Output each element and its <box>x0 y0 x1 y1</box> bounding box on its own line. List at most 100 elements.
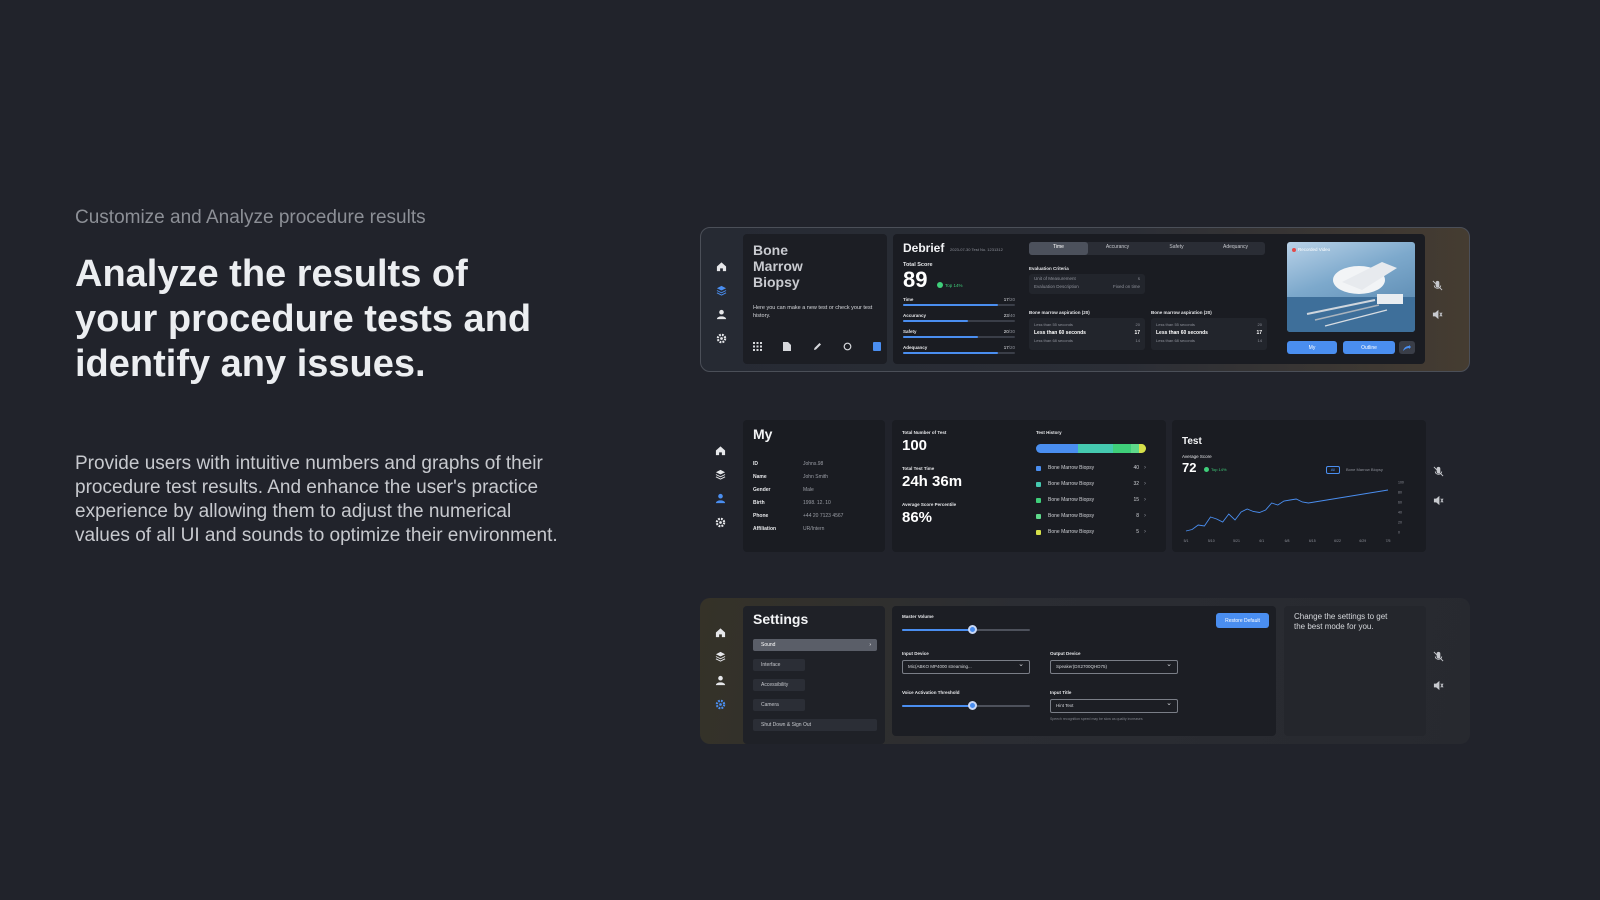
aspiration-row-label: Less than 68 seconds <box>1156 338 1195 343</box>
aspiration-title: Bone marrow aspiration (20) <box>1151 310 1212 315</box>
video-label: Recorded Video <box>1292 247 1330 252</box>
slider-knob[interactable] <box>967 701 977 710</box>
tool-test[interactable] <box>873 342 881 353</box>
layers-icon[interactable] <box>714 468 727 481</box>
tab-time[interactable]: Time <box>1029 242 1088 255</box>
tab-accurancy[interactable]: Accurancy <box>1088 242 1147 255</box>
record-icon <box>1292 247 1296 252</box>
mic-off-icon[interactable] <box>1432 280 1443 291</box>
aspiration-row-score: 14 <box>1135 338 1140 343</box>
tool-training[interactable] <box>843 342 852 353</box>
field-value: Johns.98 <box>803 461 824 467</box>
input-title-hint: Speech recognition speed may be slow as … <box>1050 717 1143 721</box>
gear-icon[interactable] <box>714 516 727 529</box>
tab-adequancy[interactable]: Adequancy <box>1206 242 1265 255</box>
metric-header: Time 17/20 <box>903 297 1015 302</box>
procedure-title-line: Biopsy <box>753 274 800 290</box>
master-volume-slider[interactable] <box>902 625 1030 634</box>
user-icon[interactable] <box>715 308 728 321</box>
field-value: John Smith <box>803 474 829 480</box>
history-name: Bone Marrow Biopsy <box>1048 513 1095 519</box>
tab-safety[interactable]: Safety <box>1147 242 1206 255</box>
tool-dashboard[interactable] <box>753 342 762 353</box>
my-button[interactable]: My <box>1287 341 1337 354</box>
settings-menu-item[interactable]: Sound › <box>753 639 877 651</box>
criteria-row-value: Fixed on time <box>1112 284 1140 289</box>
history-bar <box>1036 444 1146 453</box>
restore-default-button[interactable]: Restore Default <box>1216 613 1269 628</box>
aspiration-title: Bone marrow aspiration (20) <box>1029 310 1090 315</box>
settings-note-panel: Change the settings to get the best mode… <box>1284 606 1426 736</box>
field-key: Gender <box>753 487 771 493</box>
output-device-select[interactable]: Speaker(DX2700QHD75) <box>1050 659 1178 674</box>
settings-menu-item[interactable]: Accessibility <box>753 679 805 691</box>
metric-score: 17/20 <box>1004 297 1015 302</box>
tool-practice[interactable] <box>813 342 822 353</box>
criteria-row: Unit of Measurement s <box>1034 276 1140 281</box>
procedure-toolbar <box>753 342 881 353</box>
layers-icon[interactable] <box>715 284 728 297</box>
settings-menu-item[interactable]: Camera <box>753 699 805 711</box>
outline-button[interactable]: Outline <box>1343 341 1395 354</box>
history-row[interactable]: Bone Marrow Biopsy 5 › <box>1036 524 1146 540</box>
history-name: Bone Marrow Biopsy <box>1048 529 1095 535</box>
pencil-icon <box>813 343 821 350</box>
settings-title: Settings <box>753 611 809 627</box>
home-icon[interactable] <box>714 444 727 457</box>
legend-swatch <box>1036 529 1041 535</box>
settings-menu-item[interactable]: Shut Down & Sign Out <box>753 719 877 731</box>
aspiration-row-score: 20 <box>1135 322 1140 327</box>
share-button[interactable] <box>1399 341 1415 354</box>
threshold-slider[interactable] <box>902 701 1030 710</box>
x-tick-label: 7/5 <box>1386 539 1391 543</box>
filter-all-button[interactable]: All <box>1326 466 1340 474</box>
speaker-mute-icon[interactable] <box>1433 680 1444 691</box>
gear-icon[interactable] <box>714 698 727 711</box>
history-row[interactable]: Bone Marrow Biopsy 15 › <box>1036 492 1146 508</box>
y-tick-label: 0 <box>1398 531 1400 535</box>
headline-line: Analyze the results of <box>75 253 468 295</box>
video-thumbnail[interactable]: Recorded Video <box>1287 242 1415 332</box>
slider-knob[interactable] <box>967 625 977 634</box>
metric-row: Safety 20/30 <box>903 329 1015 338</box>
field-value: +44 20 7123 4567 <box>803 513 844 519</box>
input-device-select[interactable]: Mic(ABKO MP4000 streaming... <box>902 659 1030 674</box>
speaker-mute-icon[interactable] <box>1433 495 1444 506</box>
history-row[interactable]: Bone Marrow Biopsy 40 › <box>1036 460 1146 476</box>
speaker-mute-icon[interactable] <box>1432 309 1443 320</box>
side-nav <box>701 228 741 371</box>
description-line: procedure test results. And enhance the … <box>75 477 539 498</box>
tool-background[interactable] <box>783 342 792 353</box>
history-row[interactable]: Bone Marrow Biopsy 32 › <box>1036 476 1146 492</box>
field-key: Affiliation <box>753 526 777 532</box>
criteria-label: Evaluation Criteria <box>1029 266 1069 271</box>
input-title-select[interactable]: Hint Text <box>1050 698 1178 713</box>
stat-item: Average Score Percentile 86% <box>902 502 962 526</box>
legend-swatch <box>1036 465 1041 471</box>
user-icon[interactable] <box>714 674 727 687</box>
settings-menu-item[interactable]: Interface <box>753 659 805 671</box>
gear-icon[interactable] <box>715 332 728 345</box>
stat-label: Total Test Time <box>902 466 935 471</box>
history-count: 5 <box>1136 529 1139 535</box>
field-key: Name <box>753 474 767 480</box>
filter-select[interactable]: Bone Marrow Biopsy <box>1346 467 1383 472</box>
y-tick-label: 60 <box>1398 501 1402 505</box>
side-nav <box>700 598 740 744</box>
settings-note-line: Change the settings to get <box>1294 612 1388 621</box>
settings-menu-panel: Settings Sound › Interface Accessibility Cam… <box>743 606 885 744</box>
y-tick-label: 80 <box>1398 491 1402 495</box>
home-icon[interactable] <box>715 260 728 273</box>
x-tick-label: 6/22 <box>1334 539 1341 543</box>
media-controls <box>1432 228 1443 371</box>
home-icon[interactable] <box>714 626 727 639</box>
profile-title: My <box>753 426 773 442</box>
metric-score: 23/40 <box>1004 313 1015 318</box>
stats-panel: Total Number of Test 100 Total Test Time 24… <box>892 420 1166 552</box>
mic-off-icon[interactable] <box>1433 466 1444 477</box>
aspiration-row: Less than 68 seconds 14 <box>1156 337 1262 345</box>
layers-icon[interactable] <box>714 650 727 663</box>
mic-off-icon[interactable] <box>1433 651 1444 662</box>
user-icon[interactable] <box>714 492 727 505</box>
history-row[interactable]: Bone Marrow Biopsy 8 › <box>1036 508 1146 524</box>
